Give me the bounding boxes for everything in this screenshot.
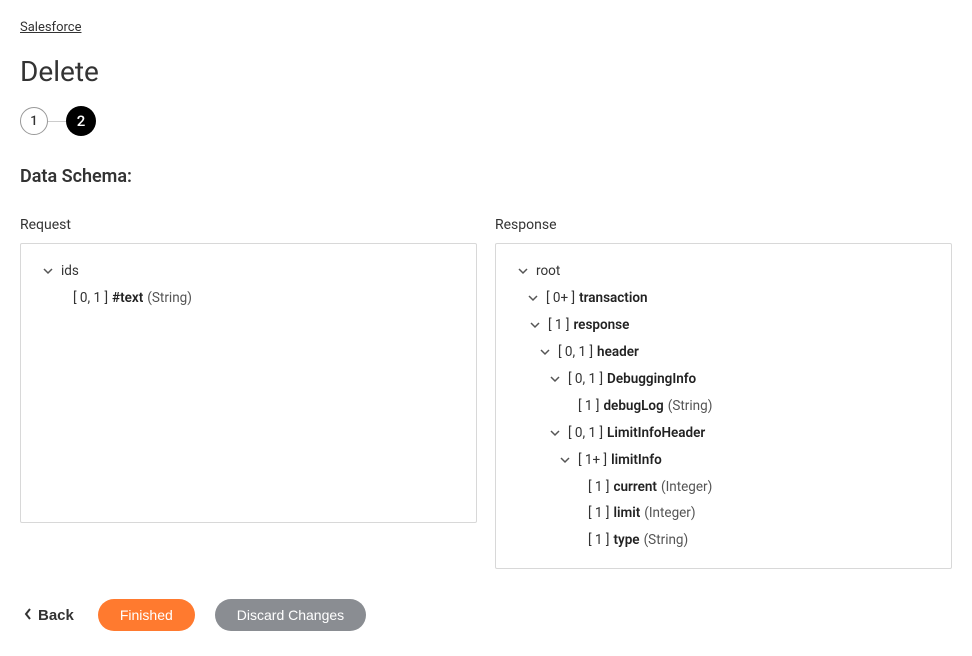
tree-node-label: #text [112, 287, 143, 310]
tree-node-label: debugLog [603, 395, 663, 418]
cardinality: [ 0, 1 ] [568, 422, 603, 445]
tree-node-header[interactable]: [ 0, 1 ] header [508, 339, 939, 366]
step-2[interactable]: 2 [66, 106, 96, 136]
tree-node-label: current [613, 476, 657, 499]
tree-node-label: limitInfo [611, 449, 662, 472]
step-connector [48, 121, 66, 122]
tree-node-label: LimitInfoHeader [607, 422, 705, 445]
section-title: Data Schema: [20, 166, 952, 187]
chevron-down-icon[interactable] [516, 266, 530, 276]
tree-node-label: transaction [579, 287, 647, 310]
tree-node-debuglog[interactable]: [ 1 ] debugLog (String) [508, 393, 939, 420]
chevron-down-icon[interactable] [41, 266, 55, 276]
footer-actions: Back Finished Discard Changes [20, 599, 952, 631]
cardinality: [ 0+ ] [546, 287, 575, 310]
tree-node-limitinfo[interactable]: [ 1+ ] limitInfo [508, 447, 939, 474]
breadcrumb-link-salesforce[interactable]: Salesforce [20, 20, 81, 35]
tree-node-type: (String) [644, 529, 689, 552]
tree-node-type: (String) [668, 395, 713, 418]
back-label: Back [38, 607, 74, 624]
tree-node-response[interactable]: [ 1 ] response [508, 312, 939, 339]
chevron-down-icon[interactable] [538, 347, 552, 357]
tree-node-transaction[interactable]: [ 0+ ] transaction [508, 285, 939, 312]
tree-node-limit[interactable]: [ 1 ] limit (Integer) [508, 500, 939, 527]
page-title: Delete [20, 55, 952, 88]
chevron-down-icon[interactable] [548, 374, 562, 384]
tree-node-type[interactable]: [ 1 ] type (String) [508, 527, 939, 554]
tree-node-label: ids [61, 260, 79, 283]
cardinality: [ 0, 1 ] [73, 287, 108, 310]
breadcrumb: Salesforce [20, 20, 952, 35]
cardinality: [ 1 ] [588, 502, 609, 525]
tree-node-type: (Integer) [661, 476, 712, 499]
tree-node-label: root [536, 260, 560, 283]
tree-node-root[interactable]: root [508, 258, 939, 285]
cardinality: [ 1 ] [548, 314, 569, 337]
response-panel: root [ 0+ ] transaction [ 1 ] response [495, 243, 952, 569]
tree-node-text[interactable]: [ 0, 1 ] #text (String) [33, 285, 464, 312]
tree-node-debugging[interactable]: [ 0, 1 ] DebuggingInfo [508, 366, 939, 393]
chevron-left-icon [24, 607, 32, 624]
stepper: 1 2 [20, 106, 952, 136]
chevron-down-icon[interactable] [526, 293, 540, 303]
cardinality: [ 1 ] [578, 395, 599, 418]
cardinality: [ 1+ ] [578, 449, 607, 472]
tree-node-label: type [613, 529, 639, 552]
tree-node-limitheader[interactable]: [ 0, 1 ] LimitInfoHeader [508, 420, 939, 447]
request-panel: ids [ 0, 1 ] #text (String) [20, 243, 477, 523]
cardinality: [ 0, 1 ] [558, 341, 593, 364]
discard-button[interactable]: Discard Changes [215, 599, 366, 631]
cardinality: [ 1 ] [588, 476, 609, 499]
tree-node-type: (String) [147, 287, 192, 310]
chevron-down-icon[interactable] [558, 455, 572, 465]
chevron-down-icon[interactable] [548, 428, 562, 438]
request-label: Request [20, 217, 477, 233]
cardinality: [ 0, 1 ] [568, 368, 603, 391]
tree-node-label: DebuggingInfo [607, 368, 696, 391]
chevron-down-icon[interactable] [528, 320, 542, 330]
tree-node-current[interactable]: [ 1 ] current (Integer) [508, 474, 939, 501]
tree-node-label: response [573, 314, 629, 337]
tree-node-label: limit [613, 502, 640, 525]
tree-node-label: header [597, 341, 639, 364]
tree-node-type: (Integer) [644, 502, 695, 525]
response-label: Response [495, 217, 952, 233]
cardinality: [ 1 ] [588, 529, 609, 552]
step-1[interactable]: 1 [20, 107, 48, 135]
finished-button[interactable]: Finished [98, 599, 195, 631]
tree-node-ids[interactable]: ids [33, 258, 464, 285]
back-button[interactable]: Back [20, 601, 78, 630]
